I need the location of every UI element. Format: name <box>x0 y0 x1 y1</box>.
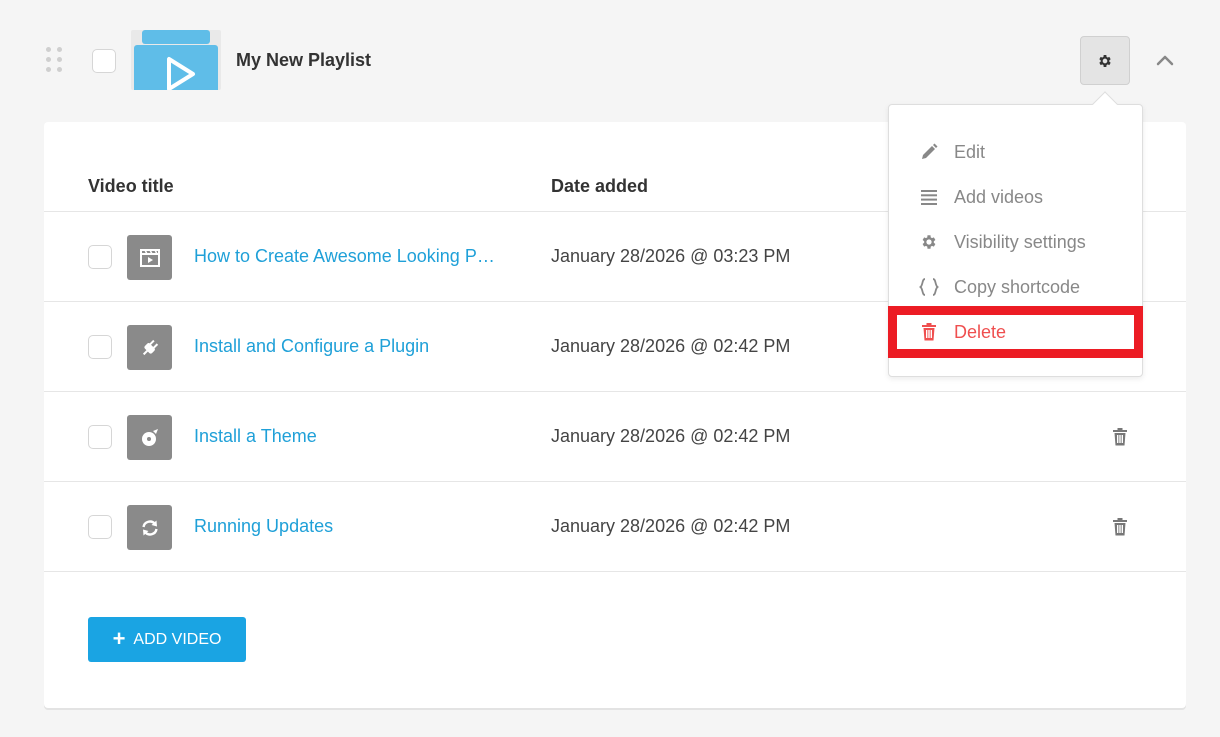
settings-button[interactable] <box>1080 36 1130 85</box>
plus-icon: + <box>112 625 126 651</box>
trash-icon[interactable] <box>1110 426 1130 448</box>
plug-icon <box>127 325 172 370</box>
trash-icon[interactable] <box>1110 516 1130 538</box>
playlist-folder-icon <box>134 30 218 90</box>
playlist-thumbnail <box>131 30 221 90</box>
add-video-button[interactable]: + ADD VIDEO <box>88 617 246 662</box>
menu-item-add-videos[interactable]: Add videos <box>889 177 1142 217</box>
video-title-link[interactable]: Install a Theme <box>194 426 317 447</box>
menu-item-delete[interactable]: Delete <box>889 312 1142 352</box>
video-date: January 28/2026 @ 03:23 PM <box>551 246 791 266</box>
paint-brush-icon <box>127 415 172 460</box>
playlist-page: My New Playlist Video title Date added H… <box>0 0 1220 737</box>
table-row: Running Updates January 28/2026 @ 02:42 … <box>44 481 1186 571</box>
pencil-icon <box>919 142 939 162</box>
table-row: Install a Theme January 28/2026 @ 02:42 … <box>44 391 1186 481</box>
video-date: January 28/2026 @ 02:42 PM <box>551 516 791 536</box>
column-header-title: Video title <box>88 176 174 196</box>
video-date: January 28/2026 @ 02:42 PM <box>551 426 791 446</box>
row-checkbox[interactable] <box>88 245 112 269</box>
menu-item-label: Copy shortcode <box>954 276 1081 297</box>
menu-item-label: Edit <box>954 141 986 162</box>
gear-icon <box>1099 54 1111 67</box>
trash-icon <box>919 322 939 342</box>
video-title-link[interactable]: Install and Configure a Plugin <box>194 336 429 357</box>
add-video-label: ADD VIDEO <box>133 630 222 648</box>
video-date: January 28/2026 @ 02:42 PM <box>551 336 791 356</box>
gear-icon <box>919 232 939 252</box>
menu-item-copy-shortcode[interactable]: Copy shortcode <box>889 267 1142 307</box>
menu-item-label: Visibility settings <box>954 231 1086 252</box>
video-title-link[interactable]: How to Create Awesome Looking P… <box>194 246 495 267</box>
video-title-link[interactable]: Running Updates <box>194 516 333 537</box>
menu-item-label: Delete <box>954 321 1007 342</box>
drag-handle[interactable] <box>46 47 64 73</box>
row-checkbox[interactable] <box>88 425 112 449</box>
clapperboard-icon <box>127 235 172 280</box>
row-checkbox[interactable] <box>88 335 112 359</box>
row-checkbox[interactable] <box>88 515 112 539</box>
column-header-date: Date added <box>551 176 649 196</box>
playlist-title: My New Playlist <box>236 50 372 70</box>
menu-item-label: Add videos <box>954 186 1044 207</box>
settings-dropdown-menu: Edit Add videos Visibility settings Copy… <box>888 104 1143 377</box>
playlist-checkbox[interactable] <box>92 49 116 73</box>
menu-item-edit[interactable]: Edit <box>889 132 1142 172</box>
chevron-up-icon[interactable] <box>1154 50 1176 70</box>
list-icon <box>919 187 939 207</box>
menu-item-visibility-settings[interactable]: Visibility settings <box>889 222 1142 262</box>
refresh-icon <box>127 505 172 550</box>
table-bottom-divider <box>44 571 1186 572</box>
braces-icon <box>919 277 939 297</box>
